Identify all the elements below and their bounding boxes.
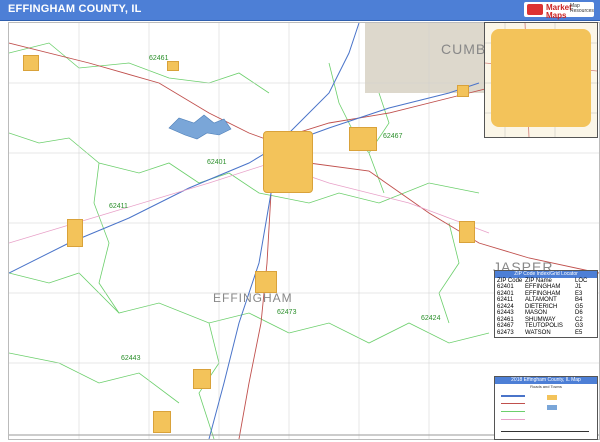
inset-map-effingham[interactable] <box>484 22 598 138</box>
key-swatch-railroad <box>501 419 525 420</box>
town-mason[interactable] <box>193 369 211 389</box>
town-dieterich[interactable] <box>459 221 475 243</box>
key-swatch-water <box>547 405 557 410</box>
lake-sara <box>168 114 232 140</box>
inset-town-area <box>491 29 591 127</box>
town-small-ne[interactable] <box>457 85 469 97</box>
key-swatch-zip <box>501 411 525 412</box>
legend-row[interactable]: 62473 WATSON E5 <box>495 330 597 337</box>
legend-header: ZIP Code Index/Grid Locator <box>495 271 597 278</box>
zip-index-legend: ZIP Code Index/Grid Locator ZIP Code ZIP… <box>494 270 598 338</box>
map-key-header: 2018 Effingham County, IL Map <box>495 377 597 384</box>
town-effingham[interactable] <box>263 131 313 193</box>
town-shumway[interactable] <box>167 61 179 71</box>
zip-label-62467: 62467 <box>383 133 403 140</box>
brand-logo: Market Maps Map Resources <box>524 2 594 20</box>
county-label-effingham: EFFINGHAM <box>213 291 293 305</box>
key-swatch-scale <box>501 431 589 432</box>
map-key-sub: Roads and Towns <box>530 384 562 389</box>
zip-label-62401: 62401 <box>207 159 227 166</box>
legend-cell: WATSON <box>525 329 551 336</box>
logo-sub: Map Resources <box>570 3 594 14</box>
logo-mark-icon <box>527 4 543 15</box>
zip-label-62443: 62443 <box>121 355 141 362</box>
town-beecher-city[interactable] <box>23 55 39 71</box>
town-altamont[interactable] <box>67 219 83 247</box>
map-key: 2018 Effingham County, IL Map Roads and … <box>494 376 598 440</box>
page-title: EFFINGHAM COUNTY, IL <box>8 3 142 15</box>
key-swatch-interstate <box>501 395 525 397</box>
zip-label-62411: 62411 <box>109 203 128 210</box>
legend-cell: E5 <box>575 329 583 336</box>
zip-label-62461: 62461 <box>149 55 169 62</box>
legend-cell: 62473 <box>497 329 514 336</box>
town-teutopolis[interactable] <box>349 127 377 151</box>
key-swatch-town <box>547 395 557 400</box>
town-edgewood[interactable] <box>153 411 171 433</box>
zip-label-62424: 62424 <box>421 315 441 322</box>
title-bar: EFFINGHAM COUNTY, IL Market Maps Map Res… <box>0 0 600 21</box>
zip-label-62473: 62473 <box>277 309 297 316</box>
key-swatch-highway <box>501 403 525 404</box>
town-watson[interactable] <box>255 271 277 293</box>
